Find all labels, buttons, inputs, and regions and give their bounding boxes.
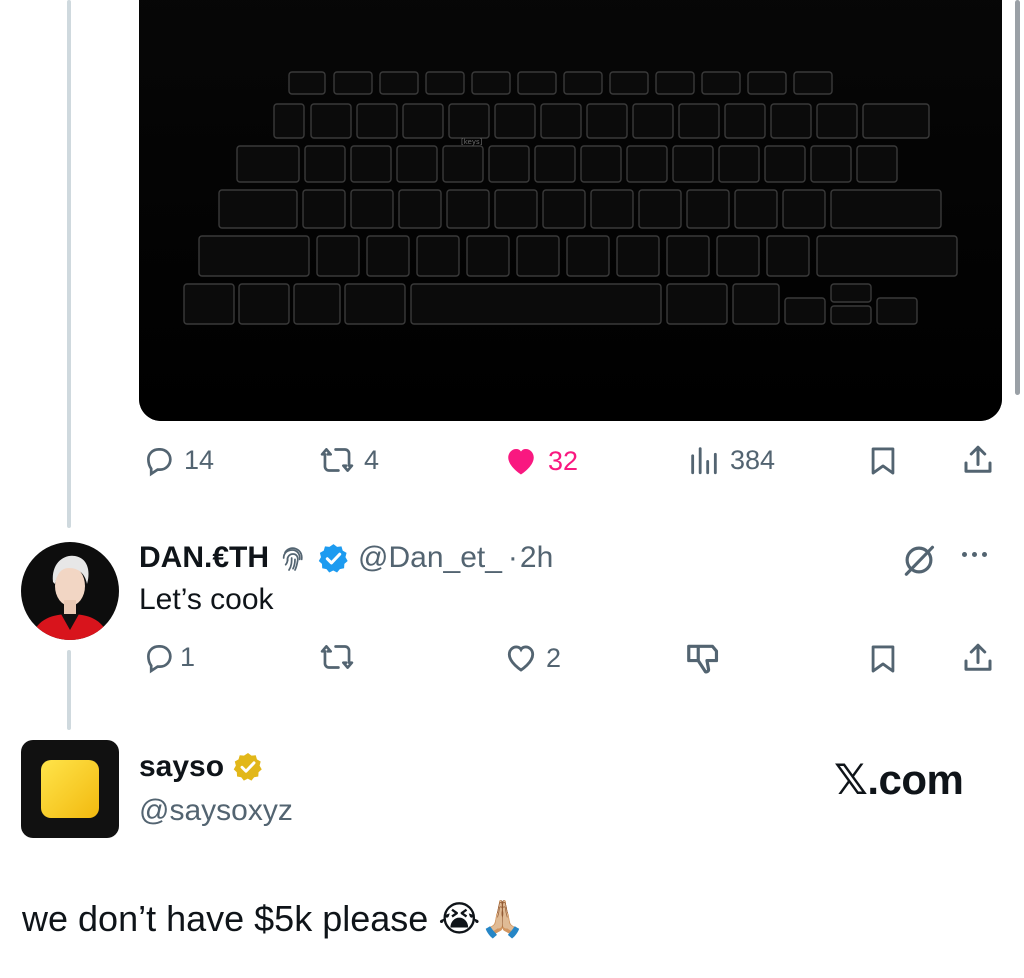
caption: we don’t have $5k please 😭🙏🏼 <box>22 898 525 940</box>
reply-text: Let’s cook <box>139 583 274 616</box>
reply-count: 14 <box>184 444 215 475</box>
like-action[interactable]: 32 <box>502 443 578 479</box>
verified-badge-icon <box>318 543 348 573</box>
grok-icon[interactable] <box>900 541 938 584</box>
like-action[interactable]: 2 <box>502 640 561 676</box>
reply-icon <box>147 448 172 477</box>
repost-icon <box>320 448 354 472</box>
bookmark-icon <box>871 645 895 673</box>
more-options-icon[interactable] <box>962 552 987 557</box>
avatar[interactable] <box>21 542 119 640</box>
share-icon <box>964 445 992 473</box>
bookmark-icon <box>871 447 895 475</box>
svg-text:[keys]: [keys] <box>461 138 483 146</box>
reply-header: DAN.€TH @Dan_et_ · 2h <box>139 536 553 580</box>
thread-line <box>67 650 71 730</box>
keyboard-photo: [keys] <box>139 0 1002 421</box>
like-count: 2 <box>546 642 562 673</box>
x-com-brand: 𝕏.com <box>834 756 964 803</box>
share-action[interactable] <box>960 441 996 479</box>
timestamp[interactable]: 2h <box>520 541 553 575</box>
fingerprint-icon <box>282 547 303 571</box>
downvote-icon <box>687 644 719 674</box>
sayso-avatar[interactable] <box>21 740 119 838</box>
sayso-handle[interactable]: @saysoxyz <box>139 794 293 828</box>
bookmark-action[interactable] <box>866 641 900 677</box>
downvote-action[interactable] <box>684 640 722 678</box>
heart-icon <box>507 645 535 672</box>
post-media-image[interactable]: [keys] <box>139 0 1002 421</box>
caption-emoji: 😭🙏🏼 <box>438 898 526 939</box>
heart-filled-icon <box>508 449 534 475</box>
avatar-illustration <box>21 542 119 640</box>
sayso-logo-icon <box>41 760 99 818</box>
verified-gold-badge-icon <box>233 753 262 781</box>
sayso-header: sayso <box>139 750 264 784</box>
repost-count: 4 <box>364 444 380 475</box>
reply-count: 1 <box>180 641 196 672</box>
repost-action[interactable]: 4 <box>318 443 379 477</box>
reply-action[interactable]: 1 <box>142 640 195 674</box>
thread-line <box>67 0 71 528</box>
views-action[interactable]: 384 <box>686 443 775 477</box>
sayso-name[interactable]: sayso <box>139 750 224 784</box>
analytics-icon <box>691 447 717 475</box>
author-name[interactable]: DAN.€TH <box>139 541 269 575</box>
reply-icon <box>147 645 172 674</box>
reply-action[interactable]: 14 <box>142 443 214 477</box>
scrollbar[interactable] <box>1015 0 1020 395</box>
author-handle[interactable]: @Dan_et_ <box>358 541 502 575</box>
bookmark-action[interactable] <box>866 443 900 479</box>
share-action[interactable] <box>960 639 996 677</box>
caption-text: we don’t have $5k please <box>22 898 429 939</box>
views-count: 384 <box>730 444 776 475</box>
like-count: 32 <box>548 445 579 476</box>
repost-icon <box>320 645 354 669</box>
share-icon <box>964 643 992 671</box>
repost-action[interactable] <box>318 640 364 674</box>
separator-dot: · <box>507 541 518 574</box>
